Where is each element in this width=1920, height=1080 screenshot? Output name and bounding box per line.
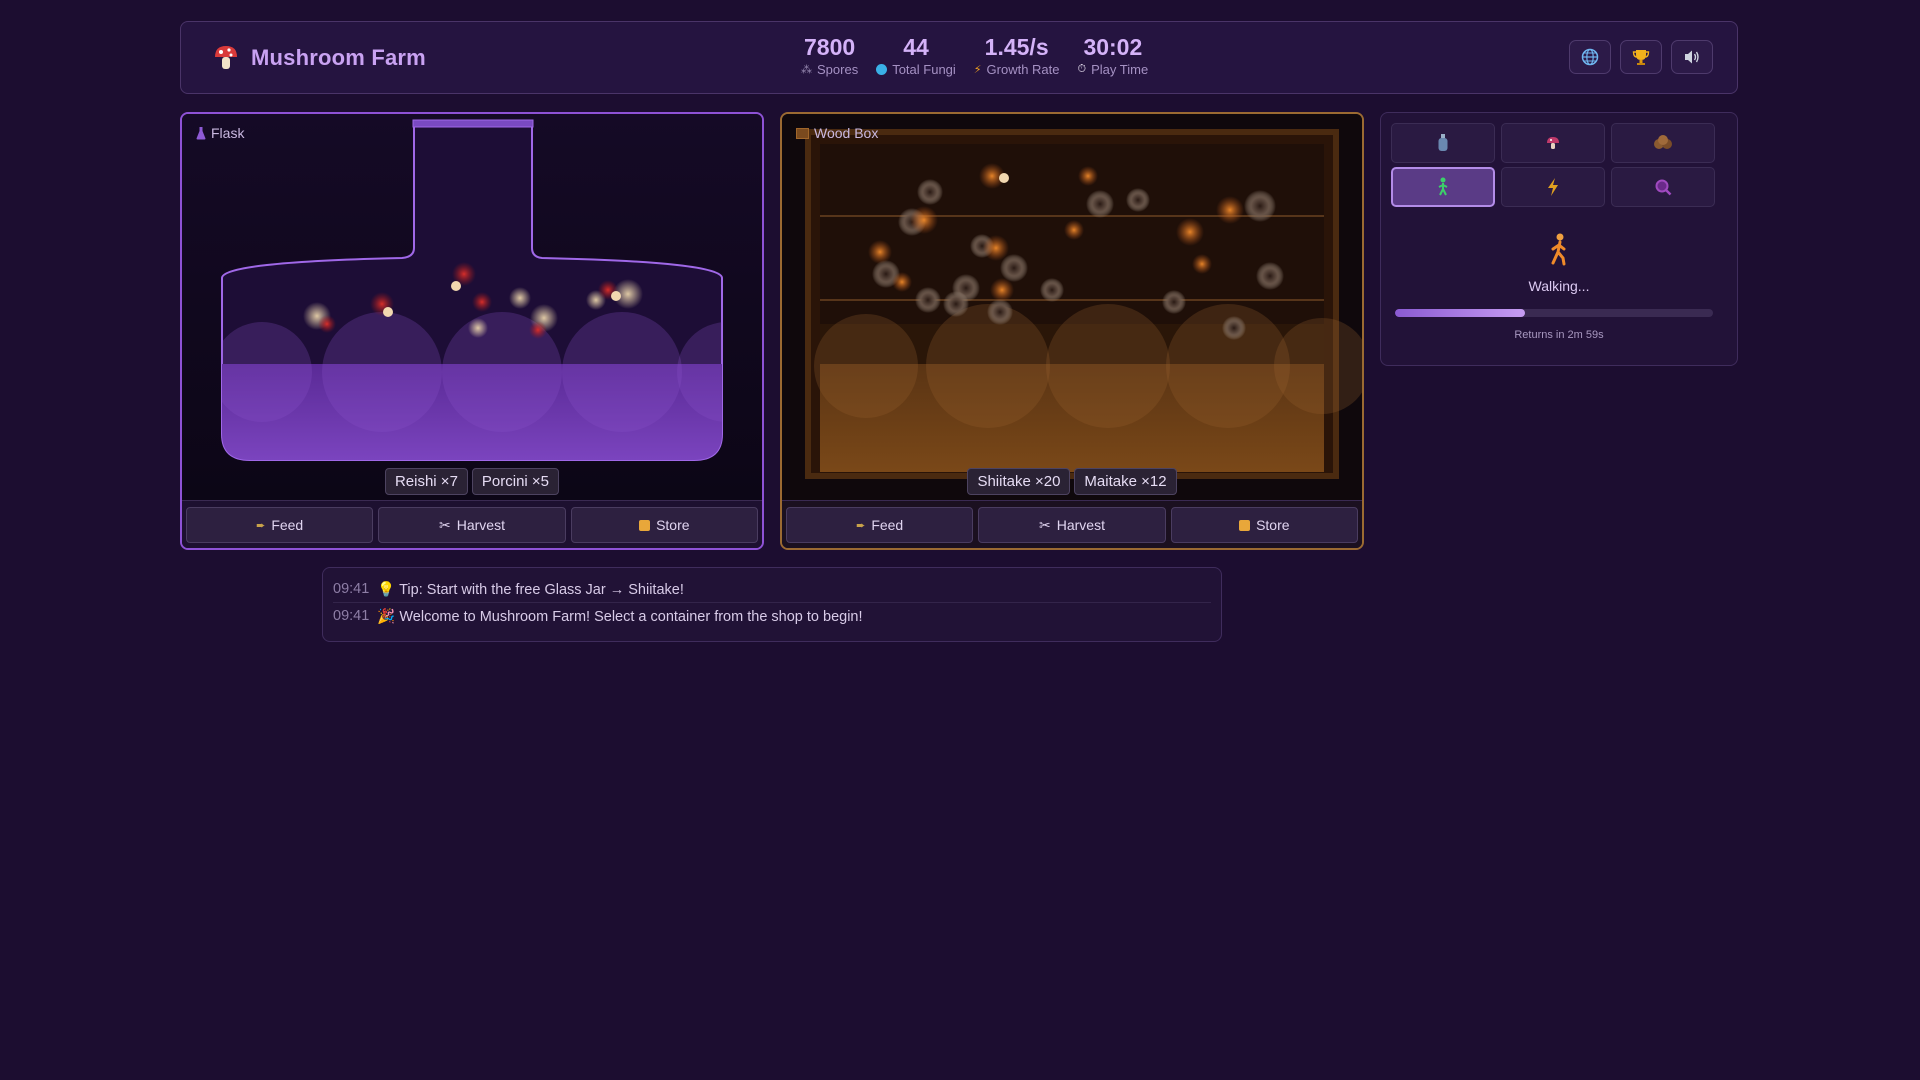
mushroom-icon bbox=[215, 46, 237, 69]
harvest-button[interactable]: ✂ Harvest bbox=[378, 507, 566, 543]
wood-box-scene bbox=[782, 114, 1362, 500]
tool-mushroom-button[interactable] bbox=[1501, 123, 1605, 163]
sound-button[interactable] bbox=[1671, 40, 1713, 74]
trophy-icon bbox=[1632, 50, 1650, 65]
store-button[interactable]: Store bbox=[570, 507, 758, 543]
stat-value: 7800 bbox=[804, 34, 856, 60]
fungi-icon bbox=[876, 64, 888, 75]
flask-container[interactable]: Flask Reishi ×7 Porcini ×5 ➨ Feed ✂ Harves… bbox=[180, 112, 764, 550]
flask-icon bbox=[196, 127, 206, 140]
tool-spore-cluster-button[interactable] bbox=[1611, 123, 1715, 163]
box-icon bbox=[639, 519, 651, 531]
seedling-icon: ➨ bbox=[256, 519, 266, 532]
bottle-icon bbox=[1438, 134, 1448, 151]
header-buttons bbox=[1569, 40, 1713, 74]
spores-icon: ⁂ bbox=[801, 64, 812, 76]
log-entry: 09:41 🎉 Welcome to Mushroom Farm! Select… bbox=[333, 603, 1211, 629]
tool-grid bbox=[1391, 123, 1715, 207]
game-screen: Mushroom Farm 7800 ⁂ Spores 44 Total Fung… bbox=[0, 0, 1920, 1080]
worker-progress-bar bbox=[1395, 309, 1713, 317]
worker-status: Walking... bbox=[1381, 233, 1737, 294]
stat-label: Play Time bbox=[1091, 62, 1149, 77]
fungi-count-chip: Porcini ×5 bbox=[471, 468, 560, 495]
tool-lightning-button[interactable] bbox=[1501, 167, 1605, 207]
box-icon bbox=[1239, 519, 1251, 531]
stopwatch-icon: ⏱ bbox=[1077, 63, 1087, 75]
tool-magnifier-button[interactable] bbox=[1611, 167, 1715, 207]
walking-person-icon bbox=[1551, 233, 1566, 266]
feed-label: Feed bbox=[871, 517, 904, 533]
walker-icon bbox=[1438, 177, 1448, 196]
stats-bar: 7800 ⁂ Spores 44 Total Fungi 1.45/s ⚡ Grow… bbox=[801, 34, 1148, 77]
container-actions: ➨ Feed ✂ Harvest Store bbox=[182, 500, 762, 548]
flask-scene bbox=[182, 114, 762, 500]
scissors-icon: ✂ bbox=[439, 516, 451, 533]
worker-status-label: Walking... bbox=[1528, 278, 1590, 294]
spore-cluster-icon bbox=[1654, 135, 1672, 149]
seedling-icon: ➨ bbox=[856, 519, 866, 532]
container-name-label: Flask bbox=[211, 125, 245, 141]
stat-total-fungi: 44 Total Fungi bbox=[876, 34, 956, 77]
lightning-icon: ⚡ bbox=[973, 64, 982, 76]
wood-box-container[interactable]: Wood Box Shiitake ×20 Maitake ×12 ➨ Feed … bbox=[780, 112, 1364, 550]
top-bar: Mushroom Farm 7800 ⁂ Spores 44 Total Fung… bbox=[180, 21, 1738, 94]
stat-value: 30:02 bbox=[1083, 34, 1143, 60]
fungi-count-chip: Maitake ×12 bbox=[1074, 468, 1177, 495]
feed-button[interactable]: ➨ Feed bbox=[786, 507, 974, 543]
tool-bottle-button[interactable] bbox=[1391, 123, 1495, 163]
stat-label: Growth Rate bbox=[986, 62, 1060, 77]
mushroom-icon bbox=[1547, 137, 1559, 149]
feed-button[interactable]: ➨ Feed bbox=[186, 507, 374, 543]
store-button[interactable]: Store bbox=[1170, 507, 1358, 543]
harvest-button[interactable]: ✂ Harvest bbox=[978, 507, 1166, 543]
log-text: 💡 Tip: Start with the free Glass Jar → S… bbox=[377, 581, 684, 598]
achievements-button[interactable] bbox=[1620, 40, 1662, 74]
stat-value: 1.45/s bbox=[984, 34, 1049, 60]
magnifier-icon bbox=[1655, 179, 1672, 196]
log-entry: 09:41 💡 Tip: Start with the free Glass J… bbox=[333, 576, 1211, 603]
container-name: Flask bbox=[196, 125, 244, 141]
harvest-label: Harvest bbox=[1056, 517, 1105, 533]
container-actions: ➨ Feed ✂ Harvest Store bbox=[782, 500, 1362, 548]
stat-label: Total Fungi bbox=[892, 62, 956, 77]
speaker-icon bbox=[1685, 50, 1699, 64]
log-time: 09:41 bbox=[333, 608, 370, 624]
stat-value: 44 bbox=[903, 34, 929, 60]
tools-panel: Walking... Returns in 2m 59s bbox=[1380, 112, 1738, 366]
harvest-label: Harvest bbox=[456, 517, 505, 533]
globe-icon bbox=[1581, 48, 1599, 66]
scissors-icon: ✂ bbox=[1039, 516, 1051, 533]
stat-growth-rate: 1.45/s ⚡ Growth Rate bbox=[974, 34, 1060, 77]
feed-label: Feed bbox=[271, 517, 304, 533]
tool-walker-button[interactable] bbox=[1391, 167, 1495, 207]
worker-progress-fill bbox=[1395, 309, 1526, 317]
lightning-icon bbox=[1548, 178, 1558, 196]
fungi-counts: Shiitake ×20 Maitake ×12 bbox=[782, 468, 1362, 495]
game-title: Mushroom Farm bbox=[251, 45, 426, 70]
log-text: 🎉 Welcome to Mushroom Farm! Select a con… bbox=[377, 608, 863, 625]
stat-play-time: 30:02 ⏱ Play Time bbox=[1078, 34, 1149, 77]
language-button[interactable] bbox=[1569, 40, 1611, 74]
brand: Mushroom Farm bbox=[213, 44, 426, 72]
worker-return-timer: Returns in 2m 59s bbox=[1514, 329, 1604, 341]
log-time: 09:41 bbox=[333, 581, 370, 597]
stat-label: Spores bbox=[817, 62, 859, 77]
container-name: Wood Box bbox=[796, 125, 878, 141]
fungi-count-chip: Shiitake ×20 bbox=[967, 468, 1071, 495]
container-name-label: Wood Box bbox=[814, 125, 879, 141]
stat-spores: 7800 ⁂ Spores bbox=[801, 34, 858, 77]
event-log: 09:41 💡 Tip: Start with the free Glass J… bbox=[322, 567, 1222, 642]
wood-box-icon bbox=[796, 127, 809, 139]
store-label: Store bbox=[1256, 517, 1290, 533]
fungi-counts: Reishi ×7 Porcini ×5 bbox=[182, 468, 762, 495]
fungi-count-chip: Reishi ×7 bbox=[384, 468, 468, 495]
store-label: Store bbox=[656, 517, 690, 533]
